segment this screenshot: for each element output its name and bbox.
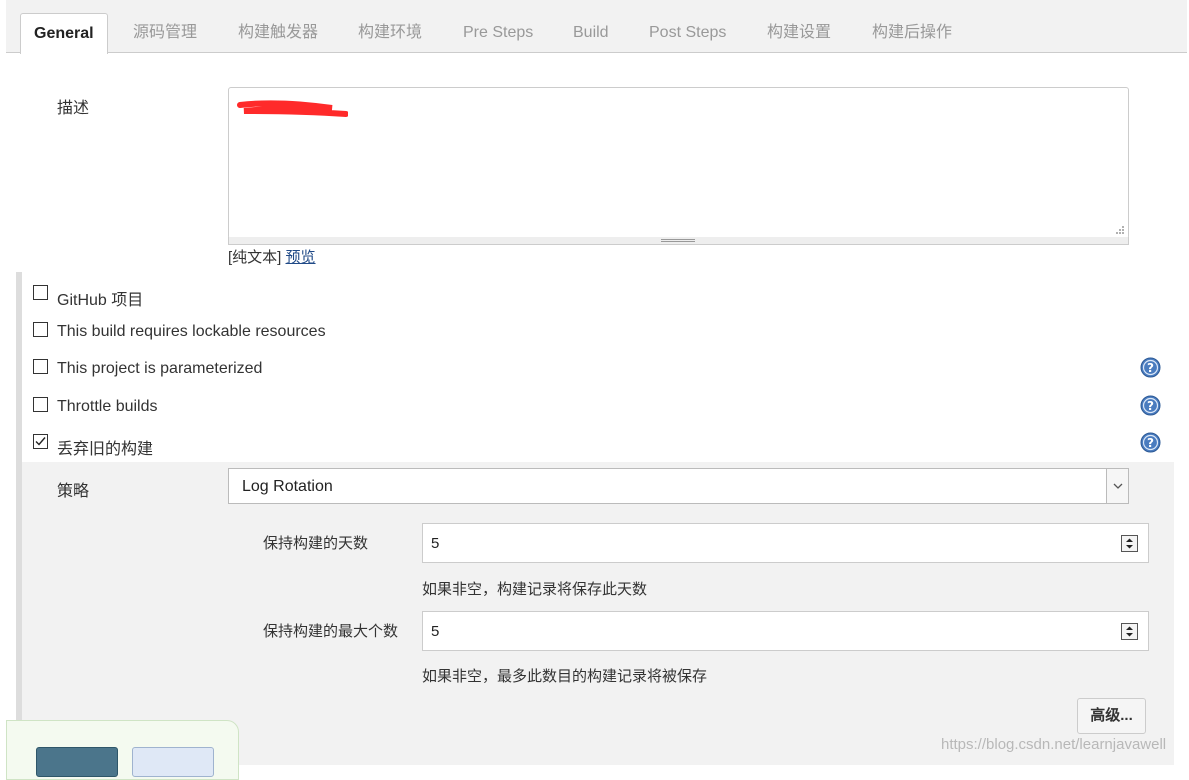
throttle-builds-checkbox[interactable] — [33, 397, 48, 412]
strategy-value: Log Rotation — [242, 478, 333, 495]
max-builds-value: 5 — [431, 623, 440, 640]
max-builds-input[interactable]: 5 — [422, 611, 1149, 651]
description-textarea[interactable] — [228, 87, 1129, 239]
tab-build-settings[interactable]: 构建设置 — [767, 13, 831, 53]
lockable-resources-checkbox[interactable] — [33, 322, 48, 337]
svg-text:?: ? — [1147, 436, 1154, 450]
days-to-keep-label: 保持构建的天数 — [263, 535, 369, 552]
discard-old-builds-label: 丢弃旧的构建 — [57, 441, 154, 458]
spinner-icon[interactable] — [1121, 535, 1138, 552]
help-icon[interactable]: ? — [1140, 357, 1161, 378]
tab-post-build-actions[interactable]: 构建后操作 — [872, 13, 952, 53]
advanced-button[interactable]: 高级... — [1077, 698, 1146, 734]
watermark: https://blog.csdn.net/learnjavawell — [941, 736, 1167, 753]
tab-post-steps[interactable]: Post Steps — [649, 13, 726, 53]
github-project-label: GitHub 项目 — [57, 292, 144, 309]
help-icon[interactable]: ? — [1140, 432, 1161, 453]
format-line: [纯文本] 预览 — [228, 246, 316, 267]
tab-general[interactable]: General — [20, 13, 108, 54]
chevron-down-icon[interactable] — [1106, 469, 1128, 503]
redaction-scribble — [237, 100, 348, 117]
tab-build-environment[interactable]: 构建环境 — [358, 13, 422, 53]
days-to-keep-value: 5 — [431, 535, 440, 552]
discard-old-builds-checkbox[interactable] — [33, 434, 48, 449]
parameterized-checkbox[interactable] — [33, 359, 48, 374]
max-builds-hint: 如果非空，最多此数目的构建记录将被保存 — [422, 668, 708, 685]
tab-pre-steps[interactable]: Pre Steps — [463, 13, 533, 53]
spinner-icon[interactable] — [1121, 623, 1138, 640]
tab-build[interactable]: Build — [573, 13, 609, 53]
tab-source-management[interactable]: 源码管理 — [133, 13, 197, 53]
lockable-resources-label: This build requires lockable resources — [57, 323, 326, 340]
svg-text:?: ? — [1147, 361, 1154, 375]
resize-grip-icon[interactable] — [1115, 225, 1125, 235]
description-label: 描述 — [57, 100, 90, 117]
textarea-resize-bar[interactable] — [228, 237, 1129, 245]
strategy-select[interactable]: Log Rotation — [228, 468, 1129, 504]
tab-build-triggers[interactable]: 构建触发器 — [238, 13, 318, 53]
max-builds-label: 保持构建的最大个数 — [263, 623, 399, 640]
resize-handle[interactable] — [661, 239, 695, 242]
save-button[interactable] — [36, 747, 118, 777]
days-to-keep-hint: 如果非空，构建记录将保存此天数 — [422, 581, 648, 598]
checkmark-icon — [35, 437, 46, 446]
preview-link[interactable]: 预览 — [286, 249, 316, 266]
strategy-label: 策略 — [57, 483, 90, 500]
throttle-builds-label: Throttle builds — [57, 398, 158, 415]
svg-text:?: ? — [1147, 399, 1154, 413]
github-project-checkbox[interactable] — [33, 285, 48, 300]
apply-button[interactable] — [132, 747, 214, 777]
days-to-keep-input[interactable]: 5 — [422, 523, 1149, 563]
format-plain-text: [纯文本] — [228, 249, 282, 266]
help-icon[interactable]: ? — [1140, 395, 1161, 416]
parameterized-label: This project is parameterized — [57, 360, 263, 377]
